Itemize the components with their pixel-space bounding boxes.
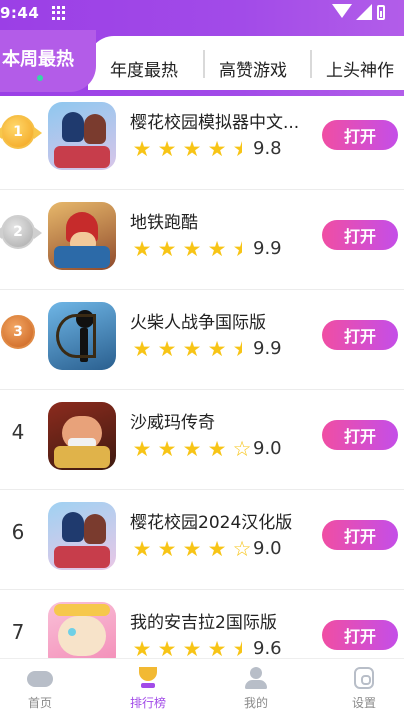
tab-top-rated[interactable]: 高赞游戏 <box>219 56 287 81</box>
star-full-icon: ★ <box>157 137 177 161</box>
ranking-tabs: 年度最热 高赞游戏 上头神作 本周最热 <box>0 30 404 92</box>
star-full-icon: ★ <box>132 137 152 161</box>
tab-yearly-hot[interactable]: 年度最热 <box>110 56 178 81</box>
star-empty-icon: ☆ <box>232 537 252 561</box>
header: 9:44 年度最热 高赞游戏 上头神作 本周最热 <box>0 0 404 96</box>
wifi-icon <box>332 4 352 18</box>
open-button[interactable]: 打开 <box>322 320 398 350</box>
game-icon[interactable] <box>48 102 116 170</box>
bottom-navigation: 首页 排行榜 我的 设置 <box>0 658 404 720</box>
rating-stars: ★ ★ ★ ★ ★ <box>130 238 255 260</box>
game-title: 地铁跑酷 <box>130 213 198 233</box>
game-title: 沙威玛传奇 <box>130 413 215 433</box>
tab-divider <box>310 50 312 78</box>
gamepad-icon <box>27 667 53 689</box>
tab-strip: 年度最热 高赞游戏 上头神作 <box>88 36 404 90</box>
list-item[interactable]: 7 我的安吉拉2国际版 ★ ★ ★ ★ ★ 9.6 打开 <box>0 590 404 658</box>
star-full-icon: ★ <box>182 137 202 161</box>
game-title: 樱花校园模拟器中文... <box>130 113 300 133</box>
game-score: 9.6 <box>253 638 282 658</box>
game-score: 9.0 <box>253 538 282 559</box>
game-title: 我的安吉拉2国际版 <box>130 613 277 633</box>
game-icon[interactable] <box>48 302 116 370</box>
nav-ranking-label: 排行榜 <box>129 696 166 710</box>
list-item[interactable]: 3 火柴人战争国际版 ★ ★ ★ ★ ★ 9.9 打开 <box>0 290 404 390</box>
rank-number: 4 <box>11 420 25 444</box>
list-item[interactable]: 1 樱花校园模拟器中文... ★ ★ ★ ★ ★ 9.8 打开 <box>0 90 404 190</box>
rank-badge: 1 <box>0 114 42 150</box>
game-title: 火柴人战争国际版 <box>130 313 266 333</box>
rating-stars: ★ ★ ★ ★ ★ <box>130 138 255 160</box>
game-score: 9.9 <box>253 238 282 259</box>
game-ranking-list[interactable]: 1 樱花校园模拟器中文... ★ ★ ★ ★ ★ 9.8 打开 2 地铁跑酷 ★ ★ ★ ★ ★… <box>0 90 404 658</box>
active-tab-indicator <box>37 75 43 81</box>
tab-weekly-hot[interactable]: 本周最热 <box>0 30 96 92</box>
game-icon[interactable] <box>48 402 116 470</box>
list-item[interactable]: 2 地铁跑酷 ★ ★ ★ ★ ★ 9.9 打开 <box>0 190 404 290</box>
game-score: 9.0 <box>253 438 282 459</box>
rank-number: 6 <box>11 520 25 544</box>
open-button[interactable]: 打开 <box>322 420 398 450</box>
open-button[interactable]: 打开 <box>322 520 398 550</box>
nav-home-label: 首页 <box>27 696 52 710</box>
rating-stars: ★ ★ ★ ★ ☆ <box>130 538 255 560</box>
open-button[interactable]: 打开 <box>322 120 398 150</box>
game-icon[interactable] <box>48 502 116 570</box>
trophy-icon <box>135 667 161 689</box>
nav-profile[interactable]: 我的 <box>226 667 286 717</box>
notification-grid-icon <box>52 6 66 20</box>
silver-medal-icon: 2 <box>0 215 42 249</box>
tab-addictive[interactable]: 上头神作 <box>326 56 394 81</box>
bronze-medal-icon: 3 <box>1 315 35 349</box>
tab-weekly-hot-label: 本周最热 <box>2 49 74 70</box>
nav-settings-label: 设置 <box>351 696 376 710</box>
person-icon <box>243 667 269 689</box>
nav-settings[interactable]: 设置 <box>334 667 394 717</box>
star-empty-icon: ☆ <box>232 437 252 461</box>
star-half-icon: ★ <box>230 138 254 160</box>
nav-ranking[interactable]: 排行榜 <box>118 667 178 717</box>
open-button[interactable]: 打开 <box>322 620 398 650</box>
signal-icon <box>356 4 372 20</box>
settings-icon <box>351 667 377 689</box>
status-bar: 9:44 <box>0 0 404 28</box>
rank-number: 7 <box>11 620 25 644</box>
rank-badge: 3 <box>0 314 36 350</box>
rating-stars: ★ ★ ★ ★ ☆ <box>130 438 255 460</box>
star-full-icon: ★ <box>207 137 227 161</box>
rating-stars: ★ ★ ★ ★ ★ <box>130 338 255 360</box>
list-item[interactable]: 6 樱花校园2024汉化版 ★ ★ ★ ★ ☆ 9.0 打开 <box>0 490 404 590</box>
game-icon[interactable] <box>48 202 116 270</box>
rank-badge: 2 <box>0 214 42 250</box>
game-score: 9.9 <box>253 338 282 359</box>
game-title: 樱花校园2024汉化版 <box>130 513 293 533</box>
tab-divider <box>203 50 205 78</box>
nav-home[interactable]: 首页 <box>10 667 70 717</box>
game-score: 9.8 <box>253 138 282 159</box>
list-item[interactable]: 4 沙威玛传奇 ★ ★ ★ ★ ☆ 9.0 打开 <box>0 390 404 490</box>
rating-stars: ★ ★ ★ ★ ★ <box>130 638 255 658</box>
game-icon[interactable] <box>48 602 116 658</box>
nav-profile-label: 我的 <box>243 696 268 710</box>
battery-icon <box>377 5 385 20</box>
status-time: 9:44 <box>0 4 40 22</box>
open-button[interactable]: 打开 <box>322 220 398 250</box>
gold-medal-icon: 1 <box>0 115 42 149</box>
